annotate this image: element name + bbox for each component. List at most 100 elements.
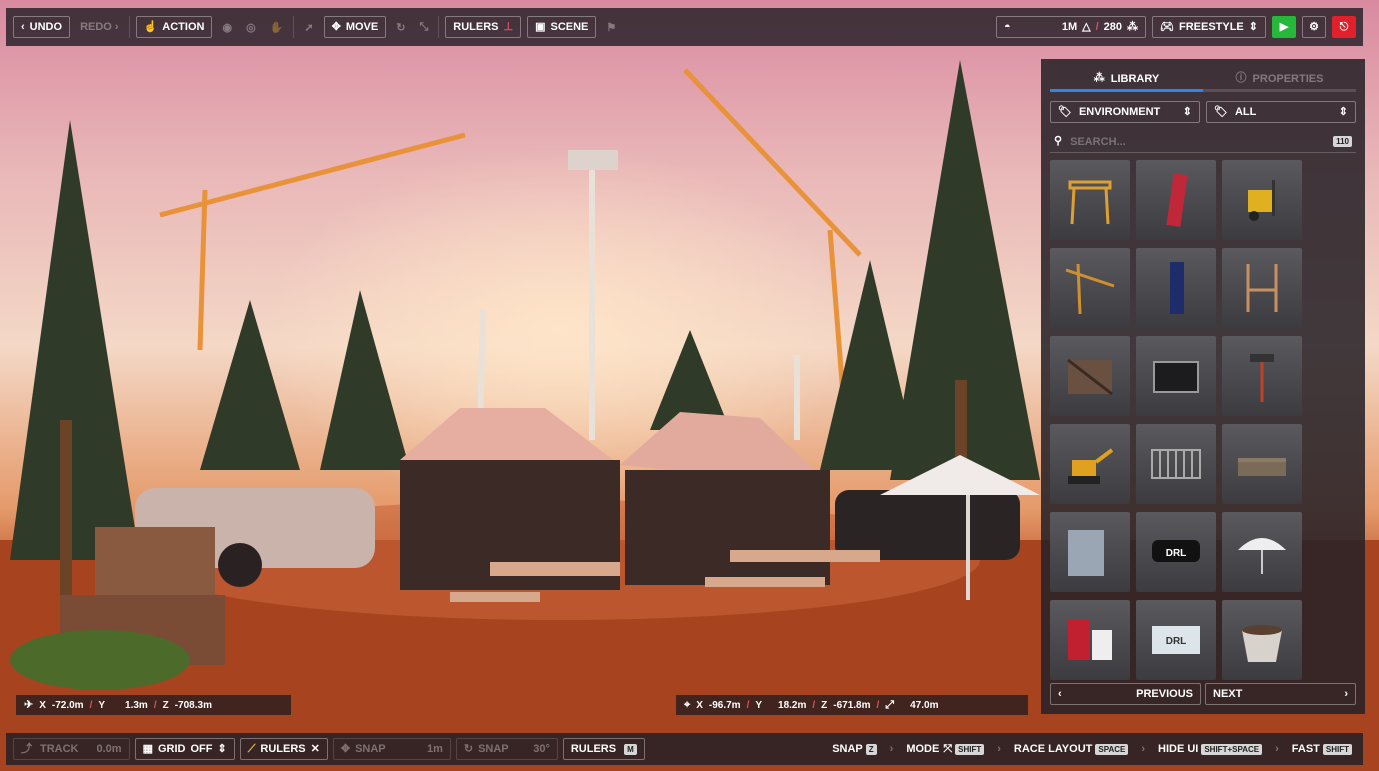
chevron-right-icon: ›	[111, 20, 119, 33]
library-item-banner-flag-blue[interactable]	[1136, 248, 1216, 328]
bottom-toolbar: ⤴ TRACK 0.0m ▦ GRID OFF ⇕ ⟋ RULERS ✕ ✥ S…	[6, 733, 1363, 765]
previous-button[interactable]: ‹ PREVIOUS	[1050, 683, 1201, 705]
tag-icon: 🏷︎	[1214, 105, 1228, 118]
coord-separator: /	[89, 699, 93, 711]
category-select[interactable]: 🏷︎ ENVIRONMENT ⇕	[1050, 101, 1200, 123]
ruler-axes-icon: ⊥	[503, 20, 514, 33]
library-item-drl-fence-banner[interactable]: DRL	[1136, 600, 1216, 680]
settings-button[interactable]: ⚙	[1302, 16, 1326, 38]
filter-select[interactable]: 🏷︎ ALL ⇕	[1206, 101, 1356, 123]
rulers-tool-button[interactable]: ⟋ RULERS ✕	[239, 738, 328, 760]
top-toolbar: ‹ UNDO REDO › ☝ ACTION ◉ ◎ ✋ ➚ ✥ MOVE ↻ …	[6, 8, 1363, 46]
coord-separator: /	[876, 699, 880, 711]
grid-icon: ▦	[142, 742, 153, 755]
play-button[interactable]: ▶	[1272, 16, 1296, 38]
rulers-button[interactable]: RULERS ⊥	[445, 16, 522, 38]
rulers-toggle-button[interactable]: RULERS M	[562, 738, 645, 760]
stats-separator: /	[1095, 21, 1099, 33]
move-button[interactable]: ✥ MOVE	[323, 16, 387, 38]
exit-button[interactable]: ⎋	[1332, 16, 1356, 38]
pointer-icon[interactable]: ➚	[300, 16, 317, 38]
flag-icon[interactable]: ⚑	[602, 16, 620, 38]
chevron-right-icon: ›	[1344, 687, 1348, 700]
mode-select[interactable]: 🎮︎ FREESTYLE ⇕	[1152, 16, 1266, 38]
library-item-planter-pot[interactable]	[1222, 600, 1302, 680]
target-z: -671.8m	[833, 699, 871, 711]
key-badge: SHIFT	[1322, 743, 1352, 755]
hand-icon[interactable]: ✋	[266, 16, 288, 38]
search-input[interactable]	[1070, 135, 1326, 148]
goal-post-icon	[1246, 264, 1278, 312]
library-item-drl-sign[interactable]: DRL	[1136, 512, 1216, 592]
drl-sign-icon: DRL	[1152, 540, 1200, 562]
track-button[interactable]: ⤴ TRACK 0.0m	[13, 738, 130, 760]
camera-x: -72.0m	[51, 699, 84, 711]
exit-icon: ⎋	[1339, 20, 1349, 33]
objects-icon: ⁂	[1093, 72, 1105, 84]
library-item-wooden-pallet[interactable]	[1222, 424, 1302, 504]
key-badge: SHIFT+SPACE	[1201, 743, 1263, 755]
divider	[293, 16, 295, 38]
scale-icon[interactable]: ⤡	[415, 16, 432, 38]
library-item-excavator[interactable]	[1050, 424, 1130, 504]
ruler-icon: ⟋	[247, 742, 256, 755]
rotate-icon[interactable]: ↻	[392, 16, 409, 38]
crane-gantry-icon	[1068, 180, 1112, 225]
action-button[interactable]: ☝ ACTION	[135, 16, 213, 38]
objects-icon: ⁂	[1127, 20, 1139, 33]
library-item-goal-post[interactable]	[1222, 248, 1302, 328]
scene-button[interactable]: ▣ SCENE	[527, 16, 597, 38]
snap-angle-button[interactable]: ↻ SNAP 30°	[455, 738, 558, 760]
banner-flag-blue-icon	[1170, 262, 1184, 314]
camera-z: -708.3m	[174, 699, 212, 711]
library-item-umbrella[interactable]	[1222, 512, 1302, 592]
target-coordinates: ⌖ X -96.7m / Y 18.2m / Z -671.8m / ⤢ 47.…	[676, 695, 1028, 715]
library-item-crane-gantry[interactable]	[1050, 160, 1130, 240]
library-item-flight-case[interactable]	[1136, 336, 1216, 416]
coord-separator: /	[153, 699, 157, 711]
race-layout-hint: RACE LAYOUT SPACE	[1010, 738, 1132, 760]
library-item-banner-flag-red[interactable]	[1136, 160, 1216, 240]
search-bar: ⚲ 110	[1050, 131, 1356, 153]
library-item-forklift[interactable]	[1222, 160, 1302, 240]
search-icon: ⚲	[1054, 135, 1063, 147]
library-item-drl-booth[interactable]	[1050, 600, 1130, 680]
scene-stats: ◓ 1M △ / 280 ⁂	[996, 16, 1147, 38]
camera-y: 1.3m	[125, 699, 148, 711]
library-item-wooden-crate[interactable]	[1050, 336, 1130, 416]
next-button[interactable]: NEXT ›	[1205, 683, 1356, 705]
chevron-right-icon: ›	[889, 743, 894, 755]
redo-button[interactable]: REDO ›	[76, 16, 123, 38]
library-item-light-tower[interactable]	[1222, 336, 1302, 416]
divider	[128, 16, 130, 38]
drl-fence-banner-icon: DRL	[1152, 626, 1200, 654]
target-icon[interactable]: ◎	[242, 16, 260, 38]
forklift-icon	[1248, 180, 1275, 221]
track-icon: ⤴	[21, 742, 32, 755]
chevron-left-icon: ‹	[1058, 687, 1062, 700]
stats-values: 1M △ / 280 ⁂	[1061, 20, 1139, 33]
undo-button[interactable]: ‹ UNDO	[13, 16, 71, 38]
move-icon: ✥	[331, 20, 341, 33]
library-item-metal-barrier[interactable]	[1136, 424, 1216, 504]
item-count-badge: 110	[1333, 136, 1352, 147]
library-grid: DRL DRL	[1050, 160, 1310, 680]
info-icon: ⓘ	[1235, 72, 1247, 84]
snap-hint: SNAP Z	[828, 738, 880, 760]
snap-distance-button[interactable]: ✥ SNAP 1m	[332, 738, 451, 760]
grid-select[interactable]: ▦ GRID OFF ⇕	[134, 738, 235, 760]
eye-icon[interactable]: ◉	[218, 16, 236, 38]
coord-separator: /	[812, 699, 816, 711]
flight-case-icon	[1153, 361, 1199, 393]
target-distance: 47.0m	[910, 699, 939, 711]
library-item-tower-crane[interactable]	[1050, 248, 1130, 328]
gear-icon: ⚙	[1309, 20, 1319, 33]
key-badge: M	[624, 743, 637, 755]
mode-arrows-icon: ⤧	[943, 742, 953, 755]
svg-text:DRL: DRL	[1166, 548, 1187, 559]
tab-properties[interactable]: ⓘ PROPERTIES	[1203, 68, 1356, 92]
updown-icon: ⇕	[1182, 105, 1192, 118]
tab-library[interactable]: ⁂ LIBRARY	[1050, 68, 1203, 92]
library-item-banner-wall[interactable]	[1050, 512, 1130, 592]
updown-icon: ⇕	[1248, 20, 1258, 33]
